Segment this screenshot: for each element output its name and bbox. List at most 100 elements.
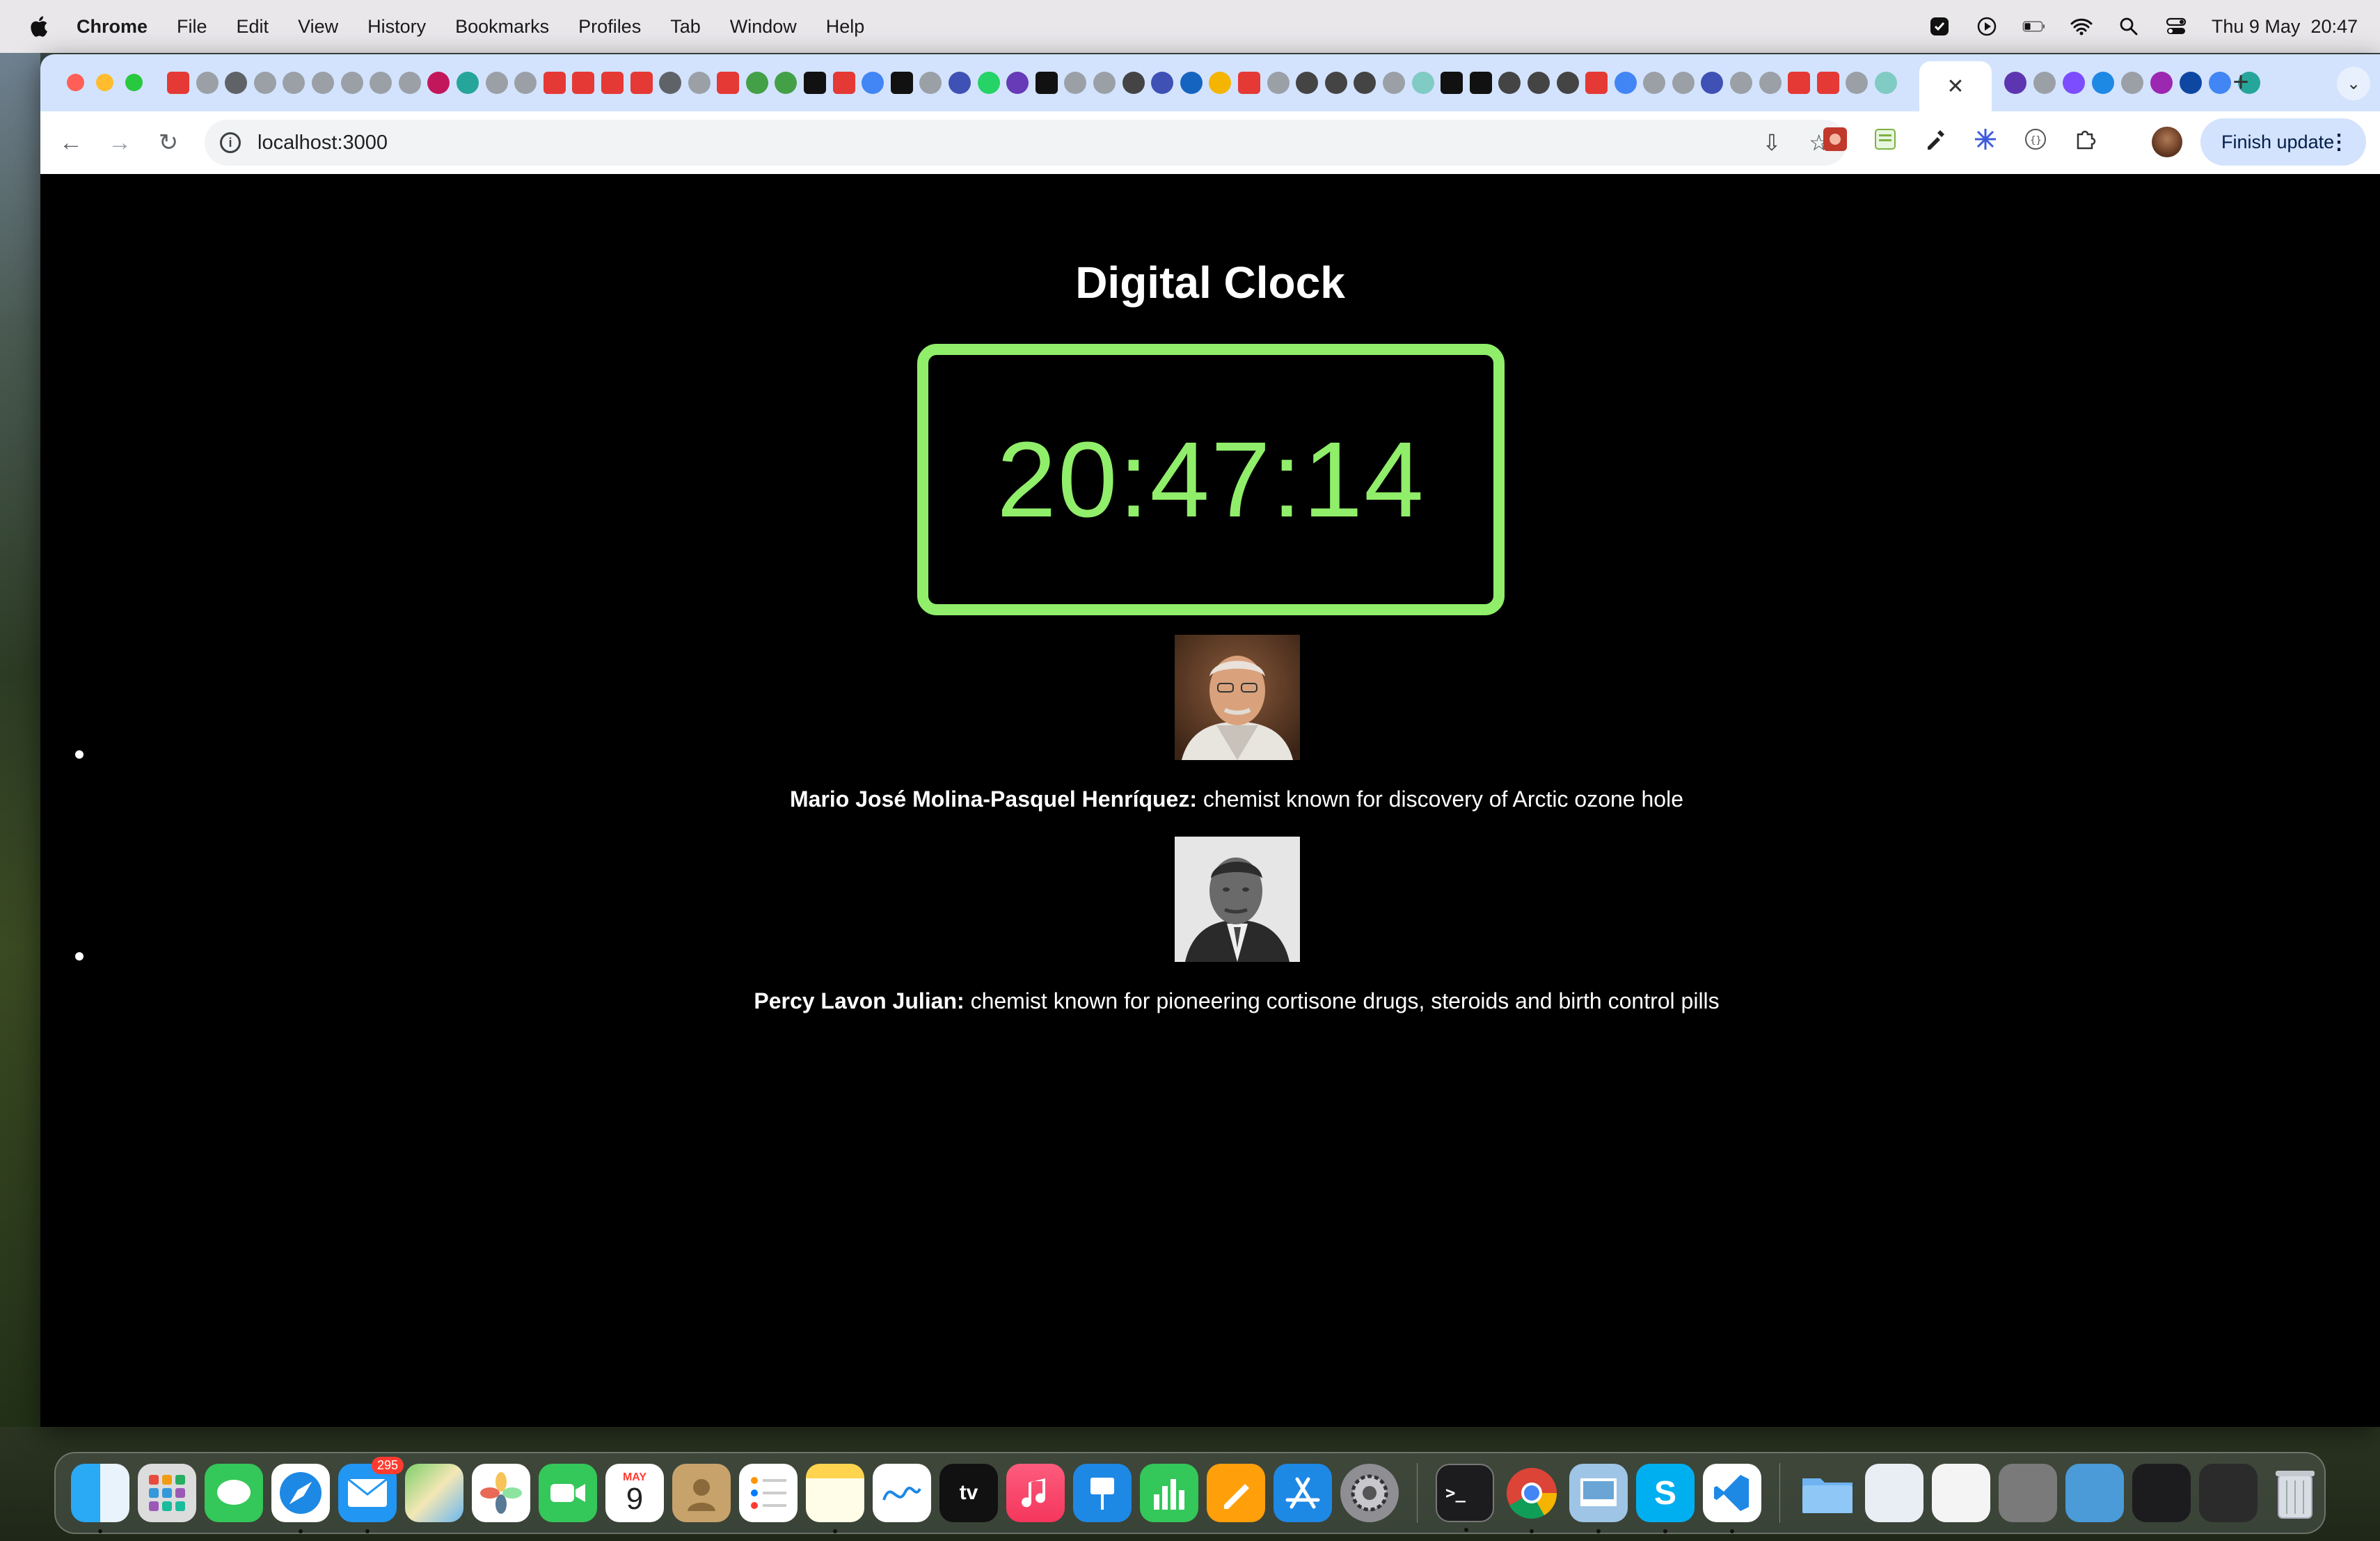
puzzle-extensions-icon[interactable] bbox=[2072, 126, 2099, 152]
tab-favicon-icon[interactable] bbox=[1093, 72, 1116, 94]
dock-calendar-icon[interactable]: MAY 9 bbox=[605, 1464, 664, 1522]
menu-history[interactable]: History bbox=[367, 16, 426, 38]
tab-favicon-icon[interactable] bbox=[167, 72, 189, 94]
close-window-button[interactable] bbox=[67, 74, 84, 91]
tab-favicon-icon[interactable] bbox=[1498, 72, 1521, 94]
tab-favicon-icon[interactable] bbox=[572, 72, 595, 94]
dock-recent-window-3[interactable] bbox=[1999, 1464, 2057, 1522]
more-menu-icon[interactable]: ⋮ bbox=[2329, 130, 2349, 155]
tab-favicon-icon[interactable] bbox=[1816, 72, 1839, 94]
dock-skype-icon[interactable]: S bbox=[1636, 1464, 1695, 1533]
tab-favicon-icon[interactable] bbox=[340, 72, 363, 94]
dock-terminal-icon[interactable]: >_ bbox=[1436, 1464, 1494, 1532]
menubar-clock[interactable]: Thu 9 May 20:47 bbox=[2212, 16, 2358, 38]
tab-favicon-icon[interactable] bbox=[1354, 72, 1377, 94]
tab-favicon-icon[interactable] bbox=[630, 72, 653, 94]
tab-favicon-icon[interactable] bbox=[1672, 72, 1695, 94]
dock-app-store-icon[interactable] bbox=[1274, 1464, 1332, 1522]
dock-freeform-icon[interactable] bbox=[873, 1464, 931, 1522]
site-info-icon[interactable]: i bbox=[220, 132, 241, 153]
menu-tab[interactable]: Tab bbox=[670, 16, 701, 38]
dock-recent-window-2[interactable] bbox=[1932, 1464, 1990, 1522]
dock-apple-tv-icon[interactable]: tv bbox=[939, 1464, 998, 1522]
tab-favicon-icon[interactable] bbox=[283, 72, 306, 94]
tab-favicon-icon[interactable] bbox=[659, 72, 682, 94]
reload-icon[interactable]: ↻ bbox=[152, 126, 185, 159]
tab-favicon-icon[interactable] bbox=[311, 72, 334, 94]
tab-favicon-icon[interactable] bbox=[745, 72, 768, 94]
address-bar[interactable]: i localhost:3000 ⇩ ☆ bbox=[205, 120, 1847, 166]
tab-favicon-icon[interactable] bbox=[253, 72, 276, 94]
tab-favicon-icon[interactable] bbox=[1441, 72, 1463, 94]
menu-file[interactable]: File bbox=[177, 16, 207, 38]
new-tab-button[interactable]: + bbox=[2223, 64, 2259, 100]
tab-favicon-icon[interactable] bbox=[890, 72, 913, 94]
tab-favicon-icon[interactable] bbox=[514, 72, 537, 94]
tab-favicon-icon[interactable] bbox=[456, 72, 479, 94]
zoom-window-button[interactable] bbox=[125, 74, 143, 91]
tab-favicon-icon[interactable] bbox=[1122, 72, 1145, 94]
tab-favicon-icon[interactable] bbox=[2150, 72, 2173, 94]
dock-photos-icon[interactable] bbox=[472, 1464, 530, 1522]
dock-contacts-icon[interactable] bbox=[672, 1464, 731, 1522]
tab-favicon-icon[interactable] bbox=[1006, 72, 1029, 94]
dock-notes-icon[interactable] bbox=[806, 1464, 864, 1533]
tab-favicon-icon[interactable] bbox=[1585, 72, 1608, 94]
tab-favicon-icon[interactable] bbox=[1035, 72, 1058, 94]
tab-favicon-icon[interactable] bbox=[1614, 72, 1637, 94]
tab-favicon-icon[interactable] bbox=[2063, 72, 2085, 94]
eyedropper-icon[interactable] bbox=[1922, 126, 1949, 152]
tab-favicon-icon[interactable] bbox=[2121, 72, 2143, 94]
tab-favicon-icon[interactable] bbox=[1730, 72, 1753, 94]
tab-favicon-icon[interactable] bbox=[949, 72, 971, 94]
dock-facetime-icon[interactable] bbox=[539, 1464, 597, 1522]
tab-favicon-icon[interactable] bbox=[1701, 72, 1724, 94]
extension-red-icon[interactable] bbox=[1822, 126, 1848, 152]
dock-trash-icon[interactable] bbox=[2266, 1464, 2324, 1522]
extension-sheet-icon[interactable] bbox=[1872, 126, 1898, 152]
dock-recent-window-1[interactable] bbox=[1865, 1464, 1923, 1522]
play-circle-icon[interactable] bbox=[1975, 15, 1999, 38]
minimize-window-button[interactable] bbox=[96, 74, 113, 91]
dock-preview-icon[interactable] bbox=[1569, 1464, 1628, 1533]
dock-mail-icon[interactable]: 295 bbox=[338, 1457, 404, 1533]
tab-favicon-icon[interactable] bbox=[1759, 72, 1782, 94]
active-tab[interactable]: ✕ bbox=[1919, 61, 1992, 111]
close-tab-icon[interactable]: ✕ bbox=[1946, 74, 1964, 99]
tab-favicon-icon[interactable] bbox=[196, 72, 219, 94]
tab-favicon-icon[interactable] bbox=[1237, 72, 1260, 94]
dock-recent-window-6[interactable] bbox=[2199, 1464, 2258, 1522]
tab-search-chevron-icon[interactable]: ⌄ bbox=[2337, 67, 2370, 100]
dock-chrome-icon[interactable] bbox=[1502, 1464, 1561, 1533]
dock-recent-window-5[interactable] bbox=[2132, 1464, 2191, 1522]
tab-favicon-icon[interactable] bbox=[1788, 72, 1811, 94]
tab-favicon-icon[interactable] bbox=[832, 72, 855, 94]
tab-favicon-icon[interactable] bbox=[1296, 72, 1319, 94]
battery-icon[interactable] bbox=[2022, 15, 2046, 38]
dock-vscode-icon[interactable] bbox=[1703, 1464, 1761, 1533]
menu-app-chrome[interactable]: Chrome bbox=[77, 16, 148, 38]
tab-favicon-icon[interactable] bbox=[427, 72, 450, 94]
tab-favicon-icon[interactable] bbox=[1382, 72, 1405, 94]
tab-favicon-icon[interactable] bbox=[543, 72, 566, 94]
tab-favicon-icon[interactable] bbox=[862, 72, 884, 94]
tab-favicon-icon[interactable] bbox=[485, 72, 508, 94]
dock-numbers-icon[interactable] bbox=[1140, 1464, 1198, 1522]
tab-favicon-icon[interactable] bbox=[775, 72, 798, 94]
tab-favicon-icon[interactable] bbox=[804, 72, 827, 94]
shield-check-icon[interactable] bbox=[1928, 15, 1951, 38]
tab-favicon-icon[interactable] bbox=[2180, 72, 2202, 94]
tab-favicon-icon[interactable] bbox=[919, 72, 942, 94]
menu-edit[interactable]: Edit bbox=[237, 16, 269, 38]
tab-favicon-icon[interactable] bbox=[1469, 72, 1492, 94]
menu-view[interactable]: View bbox=[298, 16, 338, 38]
tab-favicon-icon[interactable] bbox=[2092, 72, 2114, 94]
finish-update-button[interactable]: Finish update ⋮ bbox=[2200, 118, 2366, 166]
dock-reminders-icon[interactable] bbox=[739, 1464, 798, 1522]
apple-logo-icon[interactable] bbox=[28, 15, 49, 38]
dock-folder-icon[interactable] bbox=[1798, 1464, 1857, 1522]
profile-avatar[interactable] bbox=[2152, 127, 2182, 157]
wifi-icon[interactable] bbox=[2070, 15, 2093, 38]
code-extension-icon[interactable]: {} bbox=[2022, 126, 2049, 152]
tab-favicon-icon[interactable] bbox=[1527, 72, 1550, 94]
